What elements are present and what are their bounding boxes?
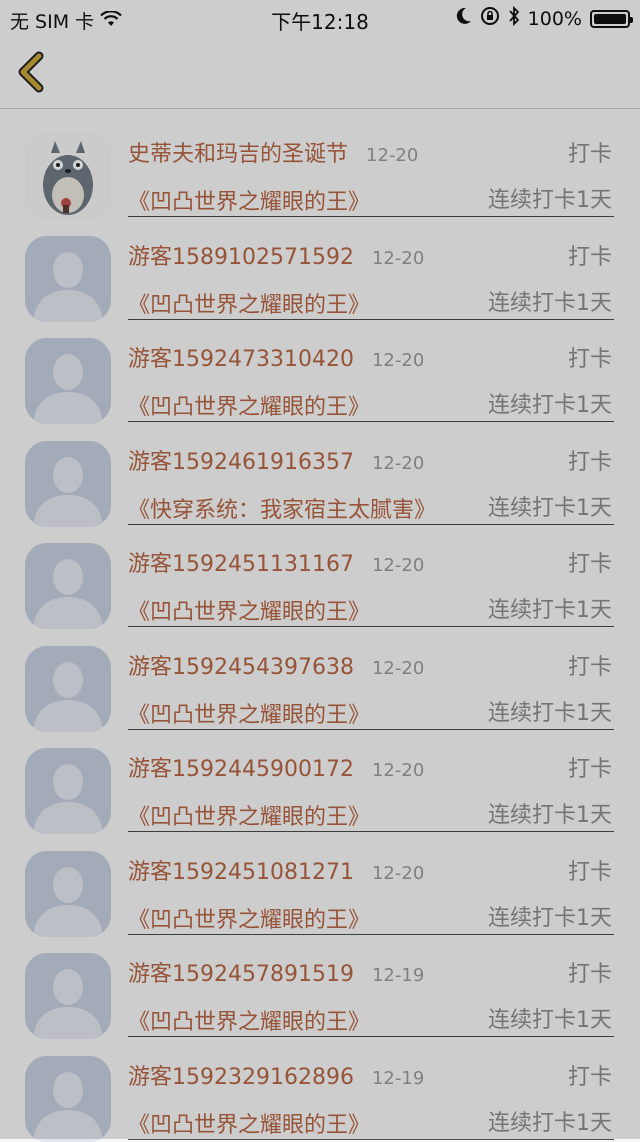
battery-icon	[590, 9, 633, 28]
list-item[interactable]: 游客1592451131167 12-20 打卡 《凹凸世界之耀眼的王》 连续打卡1天	[0, 518, 640, 629]
status-bar: 无 SIM 卡 下午12:18 100%	[0, 0, 640, 36]
checkin-list: 史蒂夫和玛吉的圣诞节 12-20 打卡 《凹凸世界之耀眼的王》 连续打卡1天 游客1589…	[0, 108, 640, 1142]
user-name-text: 史蒂夫和玛吉的圣诞节	[128, 142, 349, 167]
user-name-text: 游客1592454397638	[128, 654, 354, 680]
user-name: 史蒂夫和玛吉的圣诞节 12-20	[128, 136, 418, 168]
list-item[interactable]: 游客1589102571592 12-20 打卡 《凹凸世界之耀眼的王》 连续打卡1天	[0, 211, 640, 322]
user-name: 游客1592457891519 12-19	[128, 956, 424, 988]
checkin-date: 12-19	[371, 1067, 425, 1089]
user-name-text: 游客1592445900172	[128, 757, 354, 782]
battery-percent: 100%	[527, 7, 582, 30]
user-name-text: 游客1592461916357	[128, 449, 354, 475]
streak-label: 连续打卡1天	[488, 495, 612, 521]
checkin-label: 打卡	[567, 142, 612, 167]
list-item[interactable]: 游客1592451081271 12-20 打卡 《凹凸世界之耀眼的王》 连续打卡1天	[0, 826, 640, 937]
streak-label: 连续打卡1天	[488, 803, 612, 828]
avatar[interactable]	[25, 1055, 111, 1142]
streak-label: 连续打卡1天	[488, 905, 612, 931]
avatar[interactable]	[25, 235, 111, 322]
user-name: 游客1589102571592 12-20	[128, 239, 424, 271]
checkin-label: 打卡	[567, 859, 612, 885]
avatar[interactable]	[25, 953, 111, 1039]
user-name: 游客1592329162896 12-19	[128, 1059, 424, 1091]
streak-label: 连续打卡1天	[488, 1110, 612, 1136]
user-name-text: 游客1592457891519	[128, 962, 354, 987]
streak-label: 连续打卡1天	[488, 393, 612, 418]
avatar[interactable]	[25, 440, 111, 527]
checkin-label: 打卡	[567, 552, 612, 577]
avatar[interactable]	[25, 338, 111, 424]
list-item[interactable]: 游客1592461916357 12-20 打卡 《快穿系统：我家宿主太腻害》 连续打卡…	[0, 416, 640, 527]
avatar[interactable]	[25, 748, 111, 834]
avatar[interactable]	[25, 850, 111, 937]
streak-label: 连续打卡1天	[488, 188, 612, 213]
moon-icon	[456, 7, 472, 30]
checkin-label: 打卡	[567, 244, 612, 270]
back-button[interactable]	[12, 50, 52, 94]
checkin-date: 12-20	[371, 555, 425, 576]
checkin-label: 打卡	[567, 654, 612, 680]
list-item[interactable]: 史蒂夫和玛吉的圣诞节 12-20 打卡 《凹凸世界之耀眼的王》 连续打卡1天	[0, 108, 640, 219]
avatar[interactable]	[25, 645, 111, 732]
list-item[interactable]: 游客1592454397638 12-20 打卡 《凹凸世界之耀眼的王》 连续打卡1天	[0, 621, 640, 732]
orientation-lock-icon	[480, 6, 500, 31]
checkin-date: 12-20	[371, 350, 425, 371]
checkin-label: 打卡	[567, 449, 612, 475]
checkin-date: 12-20	[366, 145, 419, 166]
user-name: 游客1592451131167 12-20	[128, 546, 424, 578]
list-item[interactable]: 游客1592473310420 12-20 打卡 《凹凸世界之耀眼的王》 连续打卡1天	[0, 313, 640, 424]
checkin-date: 12-19	[371, 965, 425, 986]
user-name: 游客1592445900172 12-20	[128, 751, 424, 783]
checkin-date: 12-20	[371, 760, 425, 781]
avatar[interactable]	[25, 133, 111, 219]
streak-label: 连续打卡1天	[488, 700, 612, 726]
chevron-left-icon	[18, 51, 44, 93]
nav-bar	[0, 36, 640, 109]
user-name: 游客1592461916357 12-20	[128, 444, 424, 476]
checkin-date: 12-20	[371, 862, 425, 884]
streak-label: 连续打卡1天	[488, 1008, 612, 1033]
checkin-label: 打卡	[567, 962, 612, 987]
status-right: 100%	[456, 5, 633, 31]
checkin-label: 打卡	[567, 1064, 612, 1090]
list-item[interactable]: 游客1592329162896 12-19 打卡《凹凸世界之耀眼的王》 连续打卡1天	[0, 1031, 640, 1142]
bluetooth-icon	[508, 5, 520, 31]
avatar[interactable]	[25, 543, 111, 629]
checkin-label: 打卡	[567, 757, 612, 782]
streak-label: 连续打卡1天	[488, 290, 612, 316]
list-item[interactable]: 游客1592445900172 12-20 打卡 《凹凸世界之耀眼的王》 连续打卡1天	[0, 723, 640, 834]
user-name: 游客1592473310420 12-20	[128, 341, 424, 373]
user-name-text: 游客1589102571592	[128, 244, 354, 270]
checkin-label: 打卡	[567, 347, 612, 372]
checkin-date: 12-20	[371, 452, 425, 474]
user-name: 游客1592451081271 12-20	[128, 854, 424, 886]
streak-label: 连续打卡1天	[488, 598, 612, 623]
list-item[interactable]: 游客1592457891519 12-19 打卡 《凹凸世界之耀眼的王》 连续打卡1天	[0, 928, 640, 1039]
user-name-text: 游客1592451081271	[128, 859, 354, 885]
checkin-date: 12-20	[371, 247, 425, 269]
user-name: 游客1592454397638 12-20	[128, 649, 424, 681]
checkin-date: 12-20	[371, 657, 425, 679]
user-name-text: 游客1592329162896	[128, 1064, 354, 1090]
user-name-text: 游客1592473310420	[128, 347, 354, 372]
book-title[interactable]: 《凹凸世界之耀眼的王》	[128, 1107, 370, 1139]
user-name-text: 游客1592451131167	[128, 552, 354, 577]
